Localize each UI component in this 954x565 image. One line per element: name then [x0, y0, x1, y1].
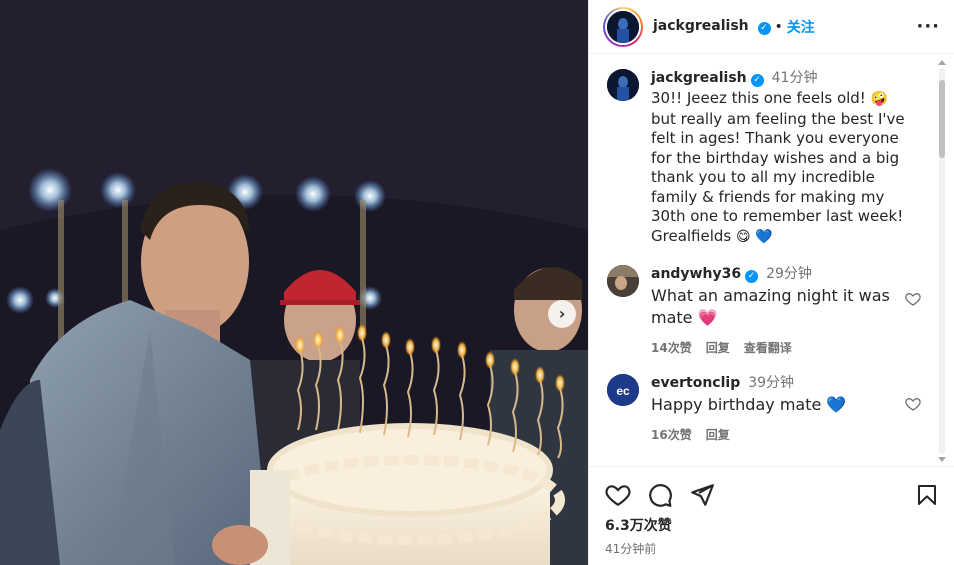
pink-heart-emoji: 💗 [697, 308, 718, 327]
see-translation-button[interactable]: 查看翻译 [744, 339, 792, 356]
verified-icon: ✓ [750, 74, 764, 87]
post-side-panel: jackgrealish ✓ • 关注 ··· jackgrealish ✓ 41分… [588, 0, 954, 565]
post-photo[interactable]: › [0, 0, 588, 565]
comment-actions: 16次赞 回复 [651, 426, 909, 443]
avatar-monogram: ec [616, 384, 630, 398]
blue-heart-emoji: 💙 [826, 395, 847, 414]
like-count[interactable]: 6.3万次赞 [605, 515, 939, 535]
header-username[interactable]: jackgrealish ✓ [653, 18, 771, 35]
caption-text: 30!! Jeeez this one feels old! 🤪 but rea… [651, 89, 909, 247]
comments-scrollbar[interactable] [936, 58, 948, 464]
comment-avatar[interactable]: ec [607, 374, 639, 406]
comments-list: jackgrealish ✓ 41分钟 30!! Jeeez this one fe… [589, 55, 939, 465]
profile-avatar [607, 10, 639, 43]
comment-like-heart-icon[interactable] [905, 291, 921, 307]
reply-button[interactable]: 回复 [706, 426, 730, 443]
caption-username[interactable]: jackgrealish [651, 70, 747, 86]
comment-username[interactable]: evertonclip [651, 375, 740, 391]
comment-text-content: What an amazing night it was mate [651, 286, 890, 327]
scroll-down-arrow-icon[interactable] [938, 457, 946, 462]
comment-text: Happy birthday mate 💙 [651, 394, 909, 416]
comment-actions: 14次赞 回复 查看翻译 [651, 339, 909, 356]
verified-icon: ✓ [745, 270, 759, 283]
yum-face-emoji: 😋 [736, 228, 751, 245]
scroll-thumb[interactable] [939, 80, 945, 158]
header-username-text[interactable]: jackgrealish [653, 18, 749, 34]
caption-avatar[interactable] [607, 69, 639, 101]
birthday-cake-photo [0, 0, 588, 565]
caption-avatar-image [607, 69, 639, 101]
caption-text-part1: 30!! Jeeez this one feels old! [651, 89, 871, 107]
chevron-right-icon: › [558, 304, 566, 323]
share-icon[interactable] [689, 482, 715, 508]
comment-username[interactable]: andywhy36 [651, 266, 741, 282]
comment-time[interactable]: 29分钟 [766, 266, 812, 282]
verified-icon: ✓ [757, 22, 771, 35]
carousel-next-button[interactable]: › [548, 300, 576, 328]
post-header: jackgrealish ✓ • 关注 ··· [589, 0, 954, 54]
caption-text-part2: but really am feeling the best I've felt… [651, 109, 905, 245]
scroll-up-arrow-icon[interactable] [938, 60, 946, 65]
caption-time[interactable]: 41分钟 [772, 70, 818, 86]
header-separator: • [774, 18, 783, 35]
bookmark-icon[interactable] [915, 482, 939, 508]
comment-item: ec evertonclip 39分钟 Happy birthday mate 💙… [607, 374, 925, 443]
follow-button[interactable]: 关注 [787, 17, 815, 37]
zany-face-emoji: 🤪 [870, 91, 889, 107]
reply-button[interactable]: 回复 [706, 339, 730, 356]
comment-time[interactable]: 39分钟 [748, 375, 794, 391]
comment-text-content: Happy birthday mate [651, 395, 827, 414]
post-timestamp[interactable]: 41分钟前 [605, 540, 939, 557]
comment-likes[interactable]: 16次赞 [651, 426, 692, 443]
more-icon[interactable]: ··· [916, 16, 940, 37]
comment-avatar-image: ec [607, 374, 639, 406]
comment-likes[interactable]: 14次赞 [651, 339, 692, 356]
comment-item: andywhy36 ✓ 29分钟 What an amazing night it … [607, 265, 925, 356]
heart-icon[interactable] [605, 482, 631, 508]
comment-like-heart-icon[interactable] [905, 396, 921, 412]
post-actions: 6.3万次赞 41分钟前 [589, 466, 954, 557]
story-ring-avatar[interactable] [603, 6, 643, 47]
comment-avatar[interactable] [607, 265, 639, 297]
comment-text: What an amazing night it was mate 💗 [651, 285, 909, 329]
caption: jackgrealish ✓ 41分钟 30!! Jeeez this one fe… [607, 69, 925, 247]
comment-avatar-image [607, 265, 639, 297]
comment-icon[interactable] [647, 482, 673, 508]
blue-heart-emoji: 💙 [755, 228, 773, 245]
